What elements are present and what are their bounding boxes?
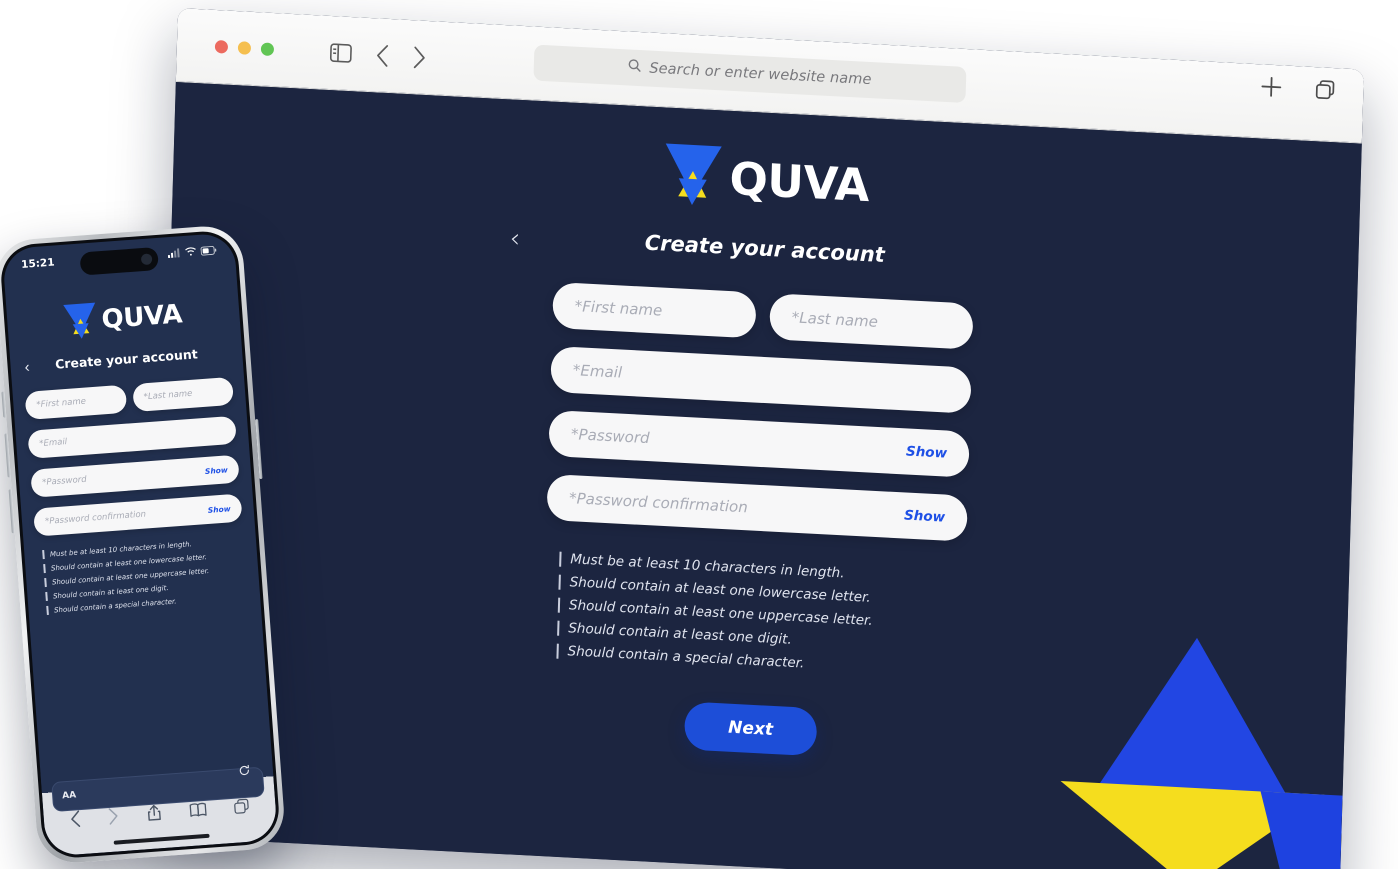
phone-password-placeholder: *Password — [41, 474, 87, 488]
phone-brand-name: QUVA — [100, 299, 184, 336]
mobile-tabs-icon[interactable] — [233, 798, 250, 820]
battery-icon — [200, 245, 217, 258]
rule-text: Should contain a special character. — [567, 643, 805, 672]
phone-first-name-input[interactable]: *First name — [24, 384, 127, 420]
search-icon — [628, 58, 642, 77]
decorative-triangles — [1060, 637, 1343, 869]
wifi-icon — [184, 246, 197, 260]
home-indicator — [113, 833, 210, 845]
mobile-safari-toolbar: AA — [40, 753, 278, 857]
phone-page-title: Create your account — [54, 346, 199, 372]
phone-password-show-toggle[interactable]: Show — [205, 465, 228, 476]
first-name-input[interactable]: *First name — [552, 281, 757, 339]
last-name-placeholder: *Last name — [791, 308, 879, 331]
phone-password-input[interactable]: *Password Show — [30, 454, 240, 498]
address-bar-placeholder: Search or enter website name — [649, 60, 872, 89]
phone-page-content: QUVA ‹ Create your account *First name * — [5, 274, 272, 771]
rule-marker-icon — [44, 577, 47, 588]
bookmarks-icon[interactable] — [189, 801, 207, 822]
last-name-input[interactable]: *Last name — [769, 293, 974, 350]
phone-last-name-input[interactable]: *Last name — [131, 376, 235, 413]
phone-password-rules-list: Must be at least 10 characters in length… — [42, 535, 248, 616]
rule-text: Should contain a special character. — [53, 596, 177, 614]
page-content: QUVA ‹ Create your account *First name *… — [153, 82, 1362, 869]
minimize-button[interactable] — [237, 41, 252, 55]
password-confirmation-placeholder: *Password confirmation — [568, 489, 749, 517]
mobile-forward-button[interactable] — [108, 807, 121, 830]
password-rules-list: Must be at least 10 characters in length… — [556, 551, 965, 680]
phone-brand-logo: QUVA — [18, 293, 228, 344]
phone-password-confirmation-input[interactable]: *Password confirmation Show — [33, 493, 243, 537]
brand-name: QUVA — [728, 151, 870, 212]
forward-button[interactable] — [413, 46, 427, 69]
mobile-back-button[interactable] — [69, 809, 82, 833]
password-input[interactable]: *Password Show — [548, 409, 970, 478]
next-button-label: Next — [727, 717, 774, 741]
tabs-icon[interactable] — [1313, 77, 1338, 102]
rule-marker-icon — [557, 597, 561, 613]
page-title: Create your account — [644, 230, 886, 268]
phone-page-header: ‹ Create your account — [22, 343, 231, 376]
text-size-button[interactable]: AA — [62, 790, 77, 801]
close-button[interactable] — [214, 39, 229, 54]
rule-text: Should contain at least one digit. — [568, 620, 792, 648]
phone-email-placeholder: *Email — [39, 437, 68, 450]
rule-marker-icon — [556, 643, 559, 659]
phone-device: 15:21 QUVA ‹ Create your account *First … — [0, 223, 287, 866]
reload-icon[interactable] — [238, 764, 250, 780]
phone-email-input[interactable]: *Email — [27, 415, 237, 459]
browser-window: Search or enter website name QUVA ‹ Crea… — [153, 8, 1365, 869]
phone-first-name-placeholder: *First name — [36, 396, 87, 411]
rule-marker-icon — [46, 605, 49, 616]
email-input[interactable]: *Email — [550, 345, 972, 414]
email-placeholder: *Email — [572, 361, 623, 382]
status-time: 15:21 — [20, 256, 55, 271]
phone-signup-form: *First name *Last name *Email *Password … — [24, 376, 249, 616]
quva-logo-mark-icon — [63, 302, 99, 341]
signup-form: *First name *Last name *Email *Password … — [540, 281, 974, 764]
share-icon[interactable] — [146, 803, 163, 827]
plus-icon[interactable] — [1259, 74, 1284, 99]
password-show-toggle[interactable]: Show — [906, 443, 948, 461]
phone-password-confirmation-placeholder: *Password confirmation — [44, 509, 147, 527]
sidebar-toggle-icon[interactable] — [329, 43, 353, 63]
first-name-placeholder: *First name — [574, 297, 663, 320]
next-button[interactable]: Next — [683, 701, 818, 757]
back-chevron-icon[interactable]: ‹ — [509, 224, 520, 255]
screenshot-stage: Search or enter website name QUVA ‹ Crea… — [0, 0, 1398, 869]
quva-logo-mark-icon — [664, 143, 722, 209]
rule-marker-icon — [557, 620, 560, 636]
password-confirmation-input[interactable]: *Password confirmation Show — [546, 473, 968, 542]
address-bar[interactable]: Search or enter website name — [533, 44, 967, 104]
rule-marker-icon — [42, 550, 45, 560]
password-placeholder: *Password — [570, 425, 650, 448]
back-button[interactable] — [376, 44, 390, 67]
rule-marker-icon — [45, 591, 48, 602]
maximize-button[interactable] — [260, 42, 275, 57]
rule-marker-icon — [559, 551, 562, 567]
cellular-signal-icon — [167, 247, 181, 261]
phone-screen: 15:21 QUVA ‹ Create your account *First … — [2, 232, 278, 857]
rule-marker-icon — [43, 564, 46, 574]
phone-password-confirmation-show-toggle[interactable]: Show — [207, 504, 230, 515]
window-controls[interactable] — [214, 39, 275, 57]
rule-marker-icon — [558, 574, 561, 590]
back-chevron-icon[interactable]: ‹ — [24, 359, 30, 376]
phone-last-name-placeholder: *Last name — [143, 388, 193, 403]
password-confirmation-show-toggle[interactable]: Show — [904, 507, 946, 525]
